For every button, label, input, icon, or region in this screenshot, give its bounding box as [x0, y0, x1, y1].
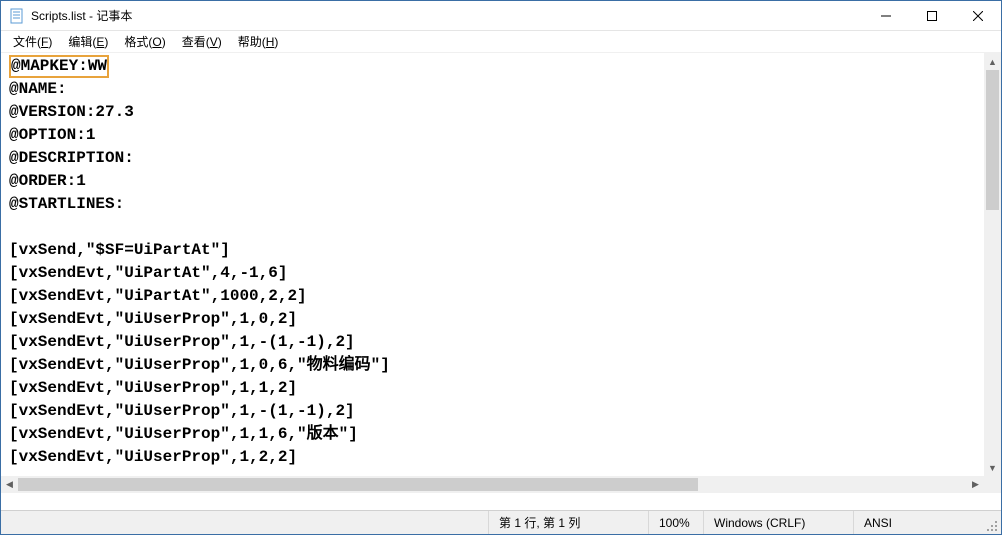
menu-help[interactable]: 帮助(H) [230, 31, 287, 52]
vertical-scrollbar[interactable]: ▲ ▼ [984, 53, 1001, 476]
scroll-right-button[interactable]: ▶ [967, 476, 984, 493]
highlighted-text: @MAPKEY:WW [9, 55, 109, 78]
title-bar: Scripts.list - 记事本 [1, 1, 1001, 31]
horizontal-scrollbar[interactable]: ◀ ▶ [1, 476, 984, 493]
status-encoding: ANSI [853, 511, 983, 534]
window-title: Scripts.list - 记事本 [31, 7, 863, 24]
menu-format[interactable]: 格式(O) [116, 31, 173, 52]
notepad-icon [9, 8, 25, 24]
minimize-button[interactable] [863, 1, 909, 30]
status-line-ending: Windows (CRLF) [703, 511, 853, 534]
status-position: 第 1 行, 第 1 列 [488, 511, 648, 534]
menu-bar: 文件(F) 编辑(E) 格式(O) 查看(V) 帮助(H) [1, 31, 1001, 53]
horizontal-scroll-track[interactable] [18, 476, 967, 493]
horizontal-scroll-thumb[interactable] [18, 478, 698, 491]
menu-view[interactable]: 查看(V) [174, 31, 230, 52]
scroll-left-button[interactable]: ◀ [1, 476, 18, 493]
resize-grip[interactable] [983, 511, 1001, 534]
editor-container: @MAPKEY:WW @NAME: @VERSION:27.3 @OPTION:… [1, 53, 1001, 493]
maximize-button[interactable] [909, 1, 955, 30]
menu-file[interactable]: 文件(F) [5, 31, 60, 52]
scroll-up-button[interactable]: ▲ [984, 53, 1001, 70]
scroll-corner [984, 476, 1001, 493]
close-button[interactable] [955, 1, 1001, 30]
status-zoom: 100% [648, 511, 703, 534]
window-controls [863, 1, 1001, 30]
scroll-down-button[interactable]: ▼ [984, 459, 1001, 476]
status-bar: 第 1 行, 第 1 列 100% Windows (CRLF) ANSI [1, 510, 1001, 534]
text-editor[interactable]: @MAPKEY:WW @NAME: @VERSION:27.3 @OPTION:… [1, 53, 984, 476]
menu-edit[interactable]: 编辑(E) [60, 31, 116, 52]
vertical-scroll-thumb[interactable] [986, 70, 999, 210]
